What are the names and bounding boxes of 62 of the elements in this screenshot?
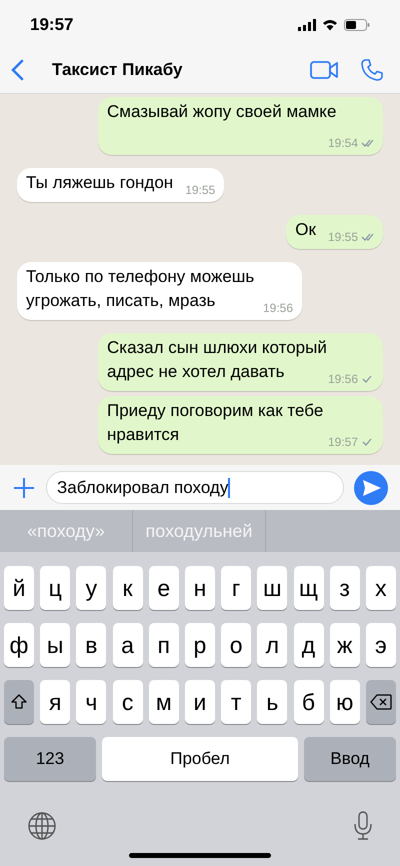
keyboard-key[interactable]: з [330,566,360,610]
numbers-key[interactable]: 123 [4,737,96,781]
message-text: Ок [295,220,316,239]
message-time: 19:57 [328,434,358,451]
keyboard-key[interactable]: и [184,680,215,724]
keyboard-key[interactable]: н [184,566,215,610]
backspace-icon [370,694,392,710]
message-text: Ты ляжешь гондон [26,173,174,192]
message-time: 19:55 [185,182,216,199]
keyboard-key[interactable]: л [257,623,288,667]
keyboard-key[interactable]: ц [40,566,70,610]
keyboard-key[interactable]: б [294,680,324,724]
keyboard-key[interactable]: о [221,623,252,667]
keyboard-key[interactable]: к [112,566,143,610]
keyboard-key[interactable]: э [366,623,396,667]
keyboard-key[interactable]: ю [330,680,360,724]
battery-icon [344,19,370,31]
message-time: 19:56 [262,300,293,317]
shift-icon [11,694,27,710]
backspace-key[interactable] [366,680,396,724]
keyboard-key[interactable]: т [221,680,252,724]
return-key[interactable]: Ввод [304,737,396,781]
status-time: 19:57 [30,14,74,36]
keyboard-key[interactable]: д [294,623,324,667]
keyboard-key[interactable]: г [221,566,252,610]
video-call-icon[interactable] [310,60,338,80]
keyboard-key[interactable]: ш [257,566,288,610]
back-icon[interactable] [10,58,24,80]
keyboard-key[interactable]: с [112,680,143,724]
signal-icon [298,19,316,31]
keyboard-key[interactable]: в [76,623,106,667]
keyboard-key[interactable]: х [366,566,396,610]
message-input-field[interactable]: Заблокировал походу [46,471,344,504]
keyboard-key[interactable]: р [184,623,215,667]
send-icon[interactable] [354,470,388,504]
space-key[interactable]: Пробел [102,737,298,781]
message-text: Только по телефону можешь угрожать, писать, мразь [26,267,254,310]
keyboard-key[interactable]: ь [257,680,288,724]
message-text: Сказал сын шлюхи который адрес не хотел давать [107,338,327,381]
keyboard-key[interactable]: а [112,623,143,667]
keyboard-key[interactable]: ч [76,680,106,724]
message-text: Смазывай жопу своей мамке [107,102,336,121]
keyboard-key[interactable]: щ [294,566,324,610]
message-time: 19:56 [328,371,358,388]
keyboard-key[interactable]: ы [40,623,70,667]
keyboard-key[interactable]: ф [4,623,34,667]
keyboard-key[interactable]: я [40,680,70,724]
keyboard-key[interactable]: м [148,680,179,724]
message-text: Приеду поговорим как тебе нравится [107,401,324,444]
keyboard-key[interactable]: п [148,623,179,667]
message-time: 19:54 [328,135,358,152]
keyboard-key[interactable]: ж [330,623,360,667]
shift-key[interactable] [4,680,34,724]
plus-icon[interactable] [12,476,36,500]
keyboard-key[interactable]: у [76,566,106,610]
message-time: 19:55 [328,229,358,246]
globe-icon[interactable] [27,811,57,841]
keyboard-key[interactable]: й [4,566,34,610]
wifi-icon [322,19,338,31]
microphone-icon[interactable] [353,811,373,841]
phone-icon[interactable] [360,58,384,82]
keyboard-key[interactable]: е [148,566,179,610]
